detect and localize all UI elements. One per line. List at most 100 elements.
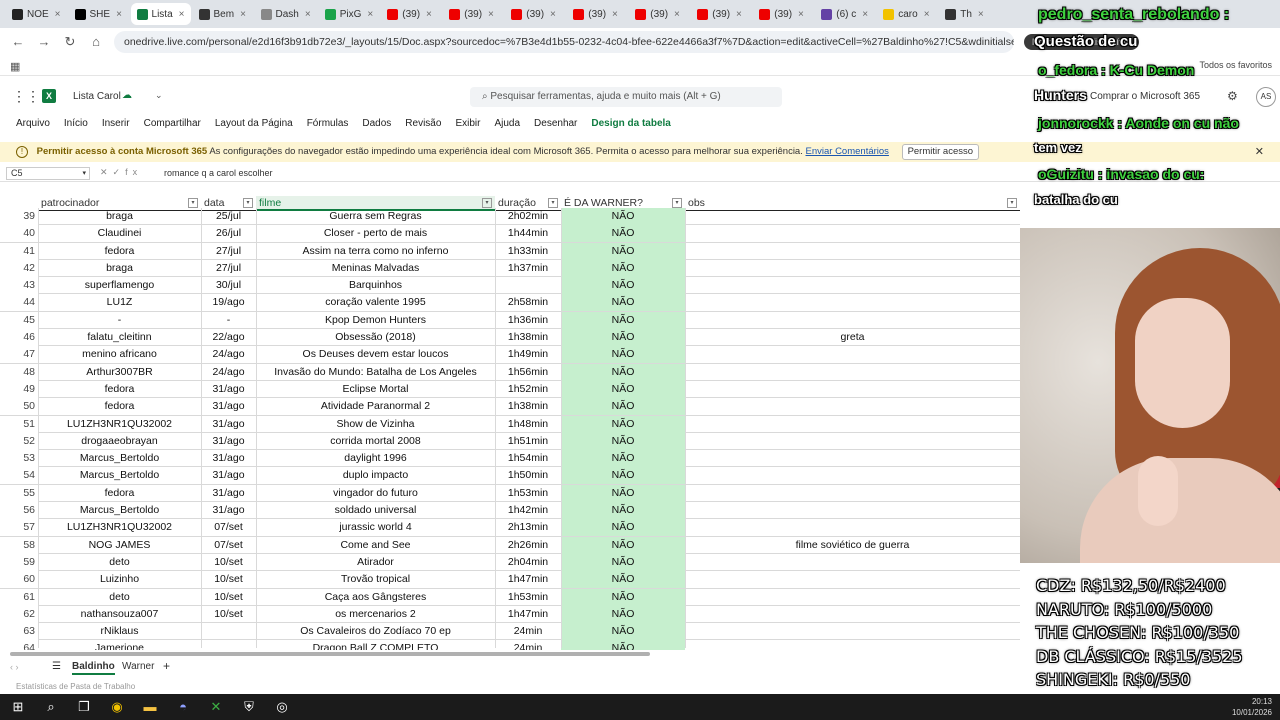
table-cell[interactable]: menino africano bbox=[38, 346, 201, 363]
table-cell[interactable] bbox=[685, 623, 1020, 640]
table-cell[interactable]: NÃO bbox=[561, 571, 685, 589]
table-cell[interactable]: Eclipse Mortal bbox=[256, 381, 495, 398]
row-number[interactable]: 58 bbox=[0, 536, 38, 554]
table-cell[interactable]: Assim na terra como no inferno bbox=[256, 243, 495, 260]
table-cell[interactable]: NOG JAMES bbox=[38, 537, 201, 554]
menu-item[interactable]: Exibir bbox=[455, 118, 480, 129]
table-cell[interactable] bbox=[685, 433, 1020, 450]
browser-tab[interactable]: (39) × bbox=[753, 3, 813, 25]
table-cell[interactable]: 1h50min bbox=[495, 467, 561, 484]
table-cell[interactable]: 1h53min bbox=[495, 485, 561, 502]
allow-access-button[interactable]: Permitir acesso bbox=[901, 144, 980, 160]
table-cell[interactable]: 31/ago bbox=[201, 398, 256, 415]
filter-dropdown-icon[interactable]: ▾ bbox=[243, 198, 253, 208]
table-cell[interactable]: NÃO bbox=[561, 363, 685, 381]
row-number[interactable]: 46 bbox=[0, 329, 38, 347]
table-cell[interactable]: NÃO bbox=[561, 450, 685, 468]
browser-tab[interactable]: Bem × bbox=[193, 3, 253, 25]
table-cell[interactable]: NÃO bbox=[561, 225, 685, 243]
table-cell[interactable]: NÃO bbox=[561, 502, 685, 520]
search-icon[interactable]: ⌕ bbox=[41, 697, 61, 717]
filter-dropdown-icon[interactable]: ▾ bbox=[188, 198, 198, 208]
spreadsheet-grid[interactable]: patrocinador ▾ data ▾ filme ▾ duração ▾ É DA WAR… bbox=[0, 195, 1020, 650]
table-cell[interactable]: NÃO bbox=[561, 294, 685, 312]
table-cell[interactable]: Os Deuses devem estar loucos bbox=[256, 346, 495, 363]
table-cell[interactable] bbox=[685, 225, 1020, 242]
row-number[interactable]: 64 bbox=[0, 640, 38, 650]
table-cell[interactable]: 2h13min bbox=[495, 519, 561, 536]
table-cell[interactable]: 1h47min bbox=[495, 606, 561, 623]
close-tab-icon[interactable]: × bbox=[612, 9, 618, 20]
close-tab-icon[interactable]: × bbox=[367, 9, 373, 20]
row-number[interactable]: 62 bbox=[0, 605, 38, 623]
filter-dropdown-icon[interactable]: ▾ bbox=[482, 198, 492, 208]
table-cell[interactable]: 10/set bbox=[201, 606, 256, 623]
system-clock[interactable]: 20:13 10/01/2026 bbox=[1232, 696, 1272, 718]
horizontal-scrollbar[interactable] bbox=[0, 650, 1020, 658]
table-cell[interactable]: 07/set bbox=[201, 519, 256, 536]
row-number[interactable]: 47 bbox=[0, 346, 38, 364]
table-cell[interactable]: Marcus_Bertoldo bbox=[38, 467, 201, 484]
browser-tab[interactable]: NOE × bbox=[6, 3, 67, 25]
table-cell[interactable]: Caça aos Gângsteres bbox=[256, 589, 495, 606]
table-cell[interactable]: 31/ago bbox=[201, 381, 256, 398]
table-cell[interactable]: NÃO bbox=[561, 484, 685, 502]
table-cell[interactable]: 1h52min bbox=[495, 381, 561, 398]
table-cell[interactable] bbox=[685, 294, 1020, 311]
table-cell[interactable]: duplo impacto bbox=[256, 467, 495, 484]
menu-item[interactable]: Fórmulas bbox=[307, 118, 349, 129]
back-icon[interactable]: ← bbox=[10, 34, 26, 50]
table-cell[interactable]: 31/ago bbox=[201, 433, 256, 450]
windows-start-icon[interactable]: ⊞ bbox=[8, 697, 28, 717]
table-cell[interactable]: 1h37min bbox=[495, 260, 561, 277]
row-number[interactable]: 61 bbox=[0, 588, 38, 606]
table-cell[interactable]: jurassic world 4 bbox=[256, 519, 495, 536]
table-cell[interactable]: 1h44min bbox=[495, 225, 561, 242]
table-cell[interactable] bbox=[685, 364, 1020, 381]
menu-item[interactable]: Início bbox=[64, 118, 88, 129]
row-number[interactable]: 43 bbox=[0, 277, 38, 295]
table-cell[interactable]: 10/set bbox=[201, 554, 256, 571]
browser-tab[interactable]: Dash × bbox=[255, 3, 317, 25]
menu-item[interactable]: Revisão bbox=[405, 118, 441, 129]
saved-cloud-icon[interactable]: ☁ bbox=[122, 90, 132, 101]
row-number[interactable]: 54 bbox=[0, 467, 38, 485]
table-cell[interactable]: nathansouza007 bbox=[38, 606, 201, 623]
close-tab-icon[interactable]: × bbox=[116, 9, 122, 20]
table-cell[interactable]: 22/ago bbox=[201, 329, 256, 346]
table-cell[interactable]: NÃO bbox=[561, 640, 685, 650]
table-cell[interactable]: 1h49min bbox=[495, 346, 561, 363]
sheet-tab-baldinho[interactable]: Baldinho bbox=[72, 661, 115, 675]
table-cell[interactable]: NÃO bbox=[561, 208, 685, 225]
table-cell[interactable] bbox=[685, 277, 1020, 294]
table-cell[interactable] bbox=[685, 260, 1020, 277]
search-input[interactable]: ⌕ Pesquisar ferramentas, ajuda e muito m… bbox=[470, 87, 782, 107]
close-tab-icon[interactable]: × bbox=[736, 9, 742, 20]
table-cell[interactable]: deto bbox=[38, 554, 201, 571]
table-cell[interactable]: falatu_cleitinn bbox=[38, 329, 201, 346]
table-cell[interactable]: 1h33min bbox=[495, 243, 561, 260]
table-cell[interactable]: 27/jul bbox=[201, 260, 256, 277]
table-cell[interactable]: 1h42min bbox=[495, 502, 561, 519]
home-icon[interactable]: ⌂ bbox=[88, 34, 104, 50]
table-cell[interactable]: Os Cavaleiros do Zodíaco 70 ep bbox=[256, 623, 495, 640]
apps-grid-icon[interactable]: ▦ bbox=[10, 60, 20, 73]
row-number[interactable]: 41 bbox=[0, 242, 38, 260]
close-tab-icon[interactable]: × bbox=[674, 9, 680, 20]
table-cell[interactable]: Atirador bbox=[256, 554, 495, 571]
table-cell[interactable] bbox=[201, 623, 256, 640]
table-cell[interactable]: NÃO bbox=[561, 398, 685, 416]
document-title[interactable]: Lista Carol bbox=[73, 91, 121, 102]
table-cell[interactable]: fedora bbox=[38, 243, 201, 260]
table-cell[interactable]: 24min bbox=[495, 623, 561, 640]
table-cell[interactable]: NÃO bbox=[561, 242, 685, 260]
table-cell[interactable]: NÃO bbox=[561, 380, 685, 398]
table-cell[interactable]: 25/jul bbox=[201, 208, 256, 225]
table-cell[interactable] bbox=[685, 416, 1020, 433]
table-cell[interactable]: Show de Vizinha bbox=[256, 416, 495, 433]
close-tab-icon[interactable]: × bbox=[488, 9, 494, 20]
close-tab-icon[interactable]: × bbox=[179, 9, 185, 20]
chrome-icon[interactable]: ◉ bbox=[107, 697, 127, 717]
formula-value[interactable]: romance q a carol escolher bbox=[164, 168, 273, 178]
table-cell[interactable] bbox=[685, 502, 1020, 519]
